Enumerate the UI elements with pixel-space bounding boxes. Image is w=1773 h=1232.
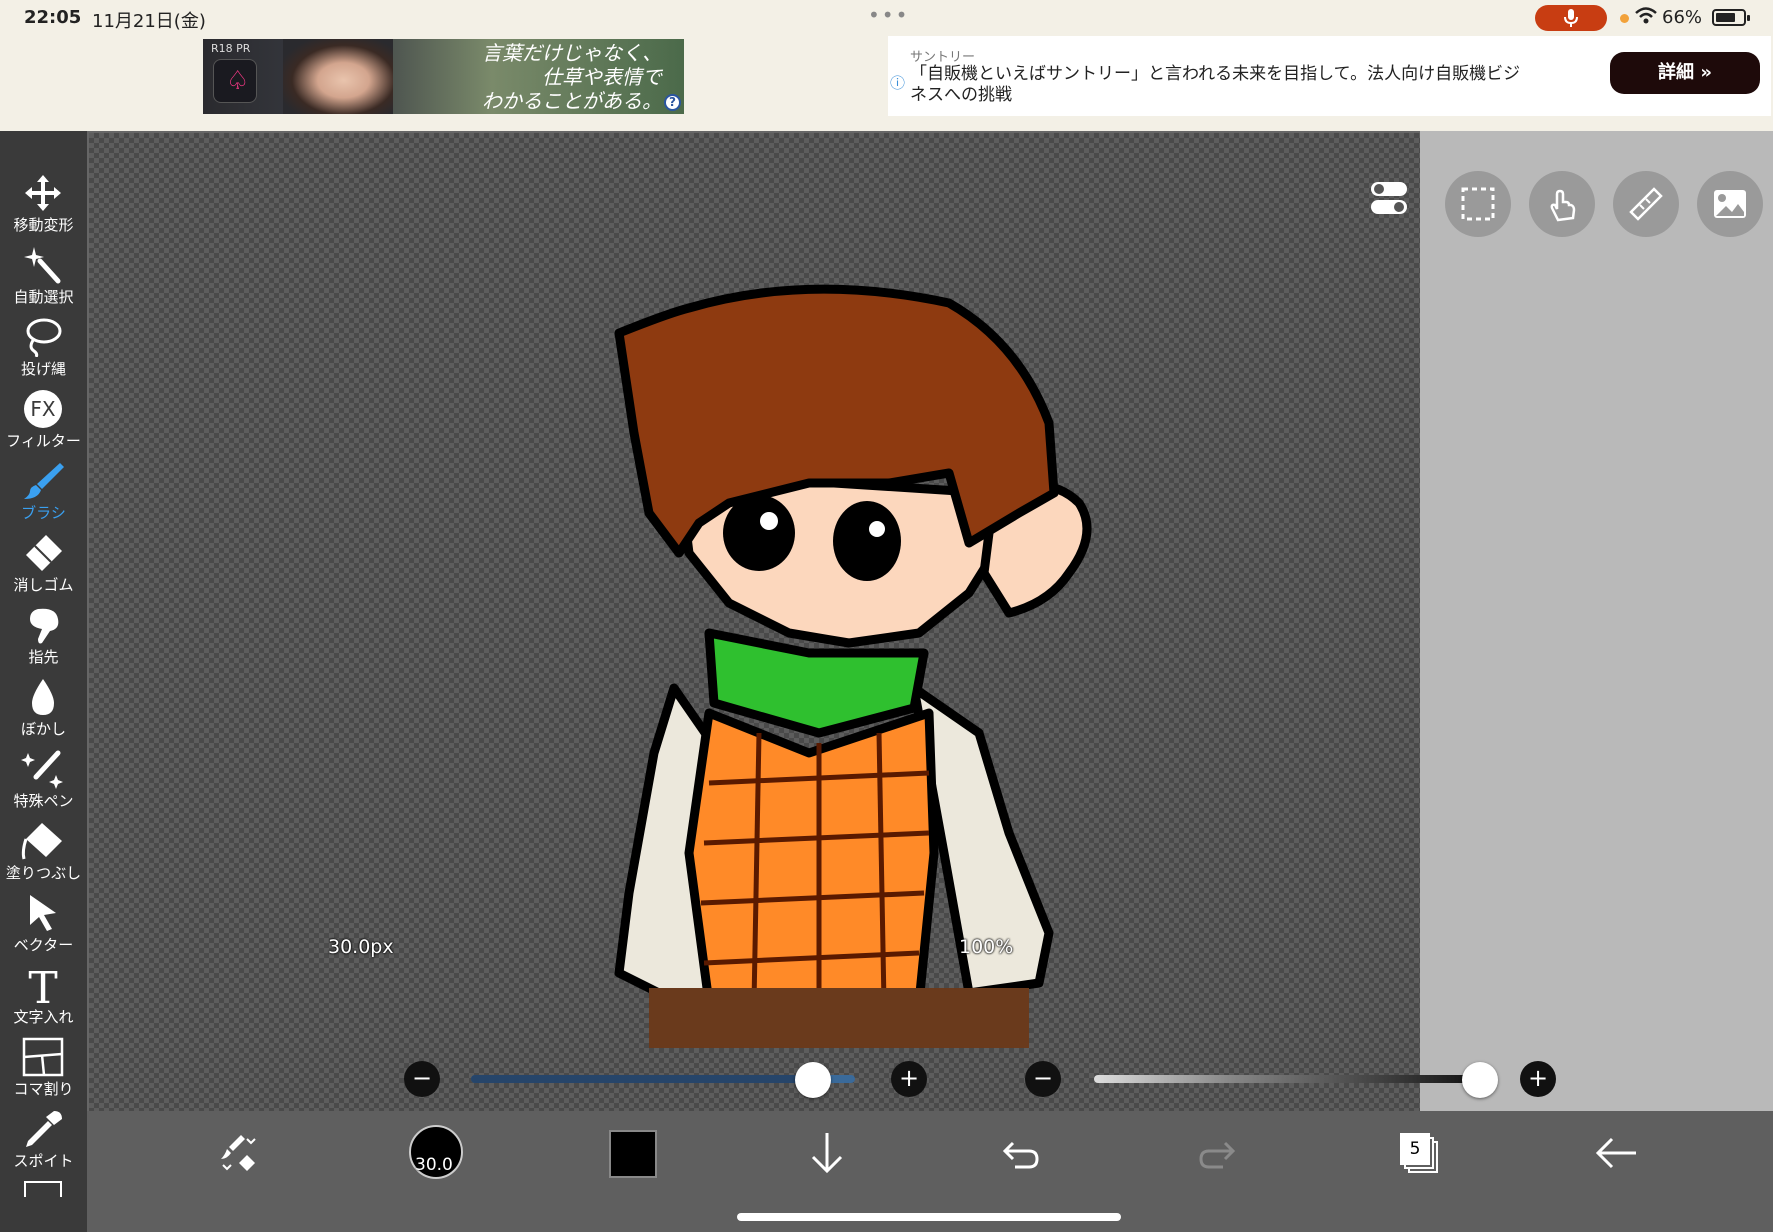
tool-smudge[interactable]: 指先 <box>0 601 87 673</box>
tool-frame-divider[interactable]: コマ割り <box>0 1033 87 1105</box>
date: 11月21日(金) <box>92 11 206 32</box>
toggle-switch-icon[interactable] <box>1369 180 1409 216</box>
tool-special-pen[interactable]: 特殊ペン <box>0 745 87 817</box>
canvas-area[interactable] <box>87 131 1773 1113</box>
brush-size-label: 30.0px <box>328 936 394 958</box>
current-color-swatch[interactable] <box>609 1130 657 1178</box>
move-icon <box>25 175 61 211</box>
wifi-icon <box>1635 7 1657 24</box>
privacy-dot <box>1620 14 1629 23</box>
brush-icon <box>24 463 64 499</box>
size-decrease-button[interactable]: − <box>404 1061 440 1097</box>
opacity-label: 100% <box>959 936 1014 958</box>
smudge-icon <box>30 608 59 644</box>
tool-bucket-fill[interactable]: 塗りつぶし <box>0 817 87 889</box>
battery-percent: 66% <box>1662 7 1703 28</box>
tool-blur[interactable]: ぼかし <box>0 673 87 745</box>
selection-button[interactable] <box>1445 171 1511 237</box>
tool-eraser[interactable]: 消しゴム <box>0 529 87 601</box>
ad-text: 「自販機といえばサントリー」と言われる未来を目指して。法人向け自販機ビジネスへの… <box>910 64 1521 105</box>
down-arrow-icon[interactable] <box>807 1131 847 1175</box>
ruler-icon <box>1629 187 1663 221</box>
bucket-fill-icon <box>21 823 62 860</box>
text-icon: T <box>28 965 57 1005</box>
clock: 22:05 <box>24 7 82 28</box>
layer-count: 5 <box>1400 1133 1430 1165</box>
reference-image-button[interactable] <box>1697 171 1763 237</box>
ruler-button[interactable] <box>1613 171 1679 237</box>
lasso-icon <box>26 318 62 357</box>
ad-banner-right[interactable]: ⓘ サントリー 「自販機といえばサントリー」と言われる未来を目指して。法人向け自… <box>888 36 1771 116</box>
status-bar: 22:05 11月21日(金) ••• 66% <box>0 0 1773 36</box>
frame-divider-icon <box>22 1037 64 1077</box>
opacity-thumb[interactable] <box>1462 1062 1498 1098</box>
magic-wand-icon <box>24 247 61 284</box>
svg-text:FX: FX <box>30 397 56 421</box>
ad-banner-left[interactable]: R18 PR ♤ 言葉だけじゃなく、 仕草や表情で わかることがある。 ? <box>203 39 684 114</box>
tool-filter[interactable]: FX フィルター <box>0 385 87 457</box>
bottom-toolbar: 30.0 5 <box>87 1111 1773 1232</box>
undo-icon[interactable] <box>1001 1135 1041 1171</box>
ad-banner-area: R18 PR ♤ 言葉だけじゃなく、 仕草や表情で わかることがある。 ? ⓘ … <box>0 36 1773 131</box>
character-illustration <box>614 284 1092 1048</box>
tool-brush[interactable]: ブラシ <box>0 457 87 529</box>
gesture-button[interactable] <box>1529 171 1595 237</box>
tool-vector[interactable]: ベクター <box>0 889 87 961</box>
multitasking-dots[interactable]: ••• <box>868 3 909 27</box>
back-arrow-icon[interactable] <box>1594 1137 1638 1169</box>
eyedropper-icon <box>26 1111 62 1147</box>
tool-text[interactable]: T 文字入れ <box>0 961 87 1033</box>
tool-move-transform[interactable]: 移動変形 <box>0 169 87 241</box>
redo-icon[interactable] <box>1197 1135 1237 1171</box>
ad-help-icon[interactable]: ? <box>664 94 681 111</box>
microphone-indicator <box>1535 5 1607 31</box>
tool-lasso[interactable]: 投げ縄 <box>0 313 87 385</box>
tool-eyedropper[interactable]: スポイト <box>0 1105 87 1177</box>
opacity-increase-button[interactable]: + <box>1520 1061 1556 1097</box>
spade-logo-icon: ♤ <box>213 59 257 103</box>
image-icon <box>1714 190 1746 218</box>
ad-copy: 言葉だけじゃなく、 仕草や表情で わかることがある。 <box>482 41 662 113</box>
blur-drop-icon <box>32 679 54 715</box>
ad-advertiser: サントリー <box>910 50 976 65</box>
tool-auto-select[interactable]: 自動選択 <box>0 241 87 313</box>
drawing-canvas[interactable] <box>89 133 1420 1113</box>
microphone-icon <box>1564 9 1578 27</box>
brush-size-preview[interactable]: 30.0 <box>409 1125 463 1179</box>
size-increase-button[interactable]: + <box>891 1061 927 1097</box>
brush-eraser-switch-icon[interactable] <box>217 1131 261 1175</box>
hand-touch-icon <box>1550 189 1576 222</box>
tool-sidebar: 移動変形 自動選択 投げ縄 FX フィルター ブラシ 消しゴム 指先 ぼかし 特… <box>0 131 87 1232</box>
home-indicator[interactable] <box>737 1213 1121 1221</box>
ad-photo <box>283 39 393 114</box>
svg-text:T: T <box>28 965 57 1005</box>
ad-info-icon[interactable]: ⓘ <box>890 72 905 93</box>
brush-size-thumb[interactable] <box>794 1062 831 1098</box>
eraser-icon <box>26 535 62 571</box>
ad-tag: R18 PR <box>211 42 251 55</box>
opacity-decrease-button[interactable]: − <box>1025 1061 1061 1097</box>
special-pen-icon <box>21 750 63 789</box>
dashed-select-icon <box>1461 187 1495 221</box>
canvas-side-panel <box>1420 131 1773 1111</box>
more-tools-hint[interactable] <box>24 1181 62 1197</box>
vector-cursor-icon <box>30 895 56 931</box>
battery-icon <box>1712 9 1750 26</box>
layers-button[interactable]: 5 <box>1400 1133 1440 1175</box>
ad-details-button[interactable]: 詳細 » <box>1610 52 1760 94</box>
opacity-slider[interactable] <box>1094 1075 1480 1083</box>
fx-icon: FX <box>24 390 62 428</box>
